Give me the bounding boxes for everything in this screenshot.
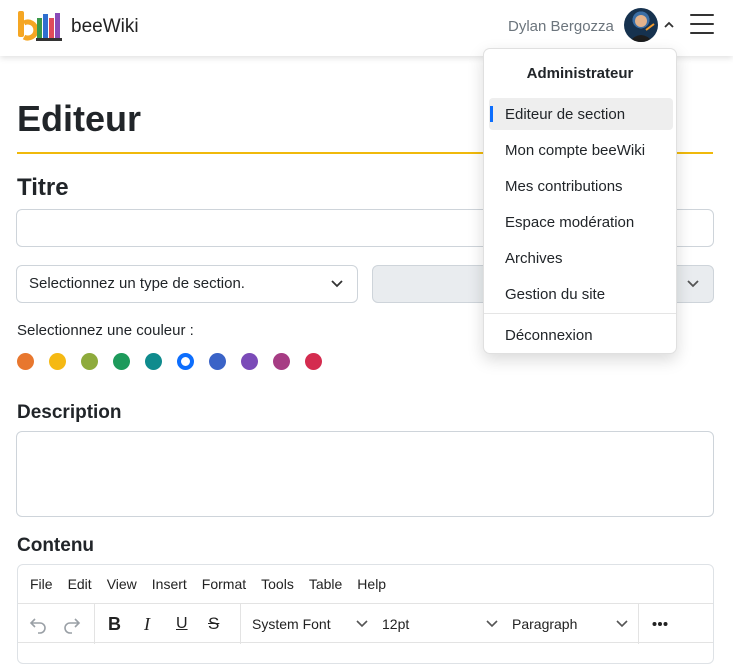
font-family-select[interactable]: System Font <box>252 604 331 644</box>
bold-icon[interactable]: B <box>108 604 121 644</box>
brand-name[interactable]: beeWiki <box>71 16 139 38</box>
menu-item-deconnexion[interactable]: Déconnexion <box>489 319 673 351</box>
menu-help[interactable]: Help <box>357 576 386 592</box>
color-swatch[interactable] <box>17 353 34 370</box>
color-swatch[interactable] <box>305 353 322 370</box>
contenu-label: Contenu <box>17 535 95 556</box>
description-textarea[interactable] <box>16 431 714 517</box>
user-dropdown-menu: Administrateur Editeur de section Mon co… <box>483 48 677 354</box>
chevron-down-icon <box>486 620 498 628</box>
color-swatch[interactable] <box>81 353 98 370</box>
color-swatch[interactable] <box>273 353 290 370</box>
font-size-value: 12pt <box>382 616 410 632</box>
font-family-value: System Font <box>252 616 331 632</box>
description-label: Description <box>17 402 122 423</box>
editor-menubar: File Edit View Insert Format Tools Table… <box>18 565 713 603</box>
user-avatar[interactable] <box>624 8 658 42</box>
user-name[interactable]: Dylan Bergozza <box>508 18 614 35</box>
undo-icon[interactable] <box>28 604 48 644</box>
color-label: Selectionnez une couleur : <box>17 322 194 339</box>
color-swatch[interactable] <box>49 353 66 370</box>
section-type-select-value: Selectionnez un type de section. <box>29 275 245 292</box>
chevron-up-icon[interactable] <box>663 19 675 31</box>
menu-item-editeur-de-section[interactable]: Editeur de section <box>489 98 673 130</box>
menu-file[interactable]: File <box>30 576 53 592</box>
menu-edit[interactable]: Edit <box>68 576 92 592</box>
chevron-down-icon <box>356 620 368 628</box>
block-format-value: Paragraph <box>512 616 578 632</box>
section-type-select[interactable]: Selectionnez un type de section. <box>16 265 358 303</box>
strikethrough-icon[interactable]: S <box>208 604 219 644</box>
editor-toolbar: B I U S System Font 12pt Paragraph <box>18 603 713 644</box>
menu-view[interactable]: View <box>107 576 137 592</box>
rich-text-editor: File Edit View Insert Format Tools Table… <box>17 564 714 664</box>
menu-item-archives[interactable]: Archives <box>489 242 673 274</box>
redo-icon[interactable] <box>62 604 82 644</box>
color-swatch[interactable] <box>113 353 130 370</box>
menu-item-mes-contributions[interactable]: Mes contributions <box>489 170 673 202</box>
dropdown-divider <box>484 313 676 314</box>
menu-insert[interactable]: Insert <box>152 576 187 592</box>
chevron-down-icon <box>616 620 628 628</box>
block-format-select[interactable]: Paragraph <box>512 604 577 644</box>
underline-icon[interactable]: U <box>176 604 188 644</box>
color-swatch[interactable] <box>145 353 162 370</box>
menu-item-mon-compte[interactable]: Mon compte beeWiki <box>489 134 673 166</box>
italic-icon[interactable]: I <box>144 604 150 644</box>
chevron-down-icon <box>687 280 699 288</box>
chevron-down-icon <box>331 280 343 288</box>
menu-tools[interactable]: Tools <box>261 576 294 592</box>
menu-table[interactable]: Table <box>309 576 342 592</box>
titre-label: Titre <box>17 174 69 201</box>
dropdown-header: Administrateur <box>526 65 634 82</box>
font-size-select[interactable]: 12pt <box>382 604 409 644</box>
beewiki-logo[interactable] <box>16 9 64 43</box>
page-title: Editeur <box>17 98 142 139</box>
color-swatch[interactable] <box>177 353 194 370</box>
menu-format[interactable]: Format <box>202 576 246 592</box>
color-swatch[interactable] <box>209 353 226 370</box>
color-swatch[interactable] <box>241 353 258 370</box>
menu-item-espace-moderation[interactable]: Espace modération <box>489 206 673 238</box>
hamburger-menu-icon[interactable] <box>690 14 714 36</box>
menu-item-gestion-du-site[interactable]: Gestion du site <box>489 278 673 310</box>
more-icon[interactable] <box>652 604 668 644</box>
